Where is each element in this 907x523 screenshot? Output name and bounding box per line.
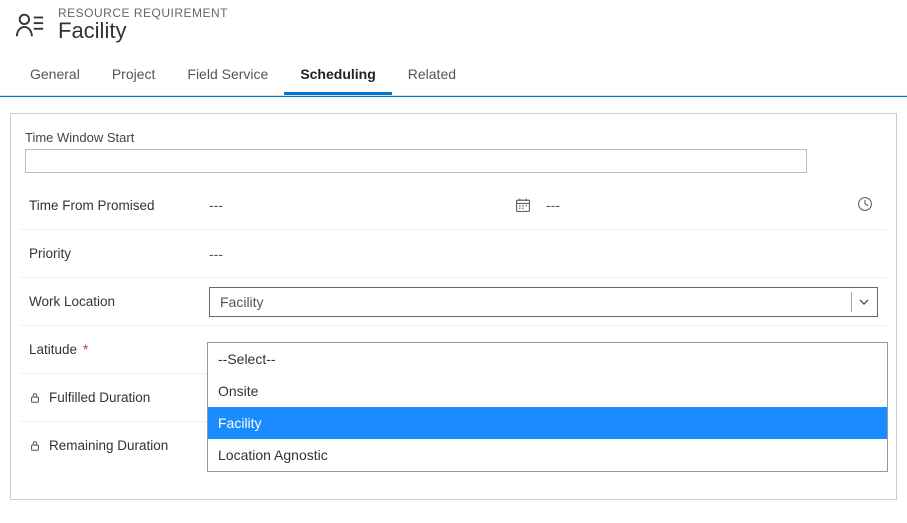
tab-field-service[interactable]: Field Service bbox=[171, 56, 284, 95]
required-indicator: * bbox=[83, 342, 88, 357]
row-work-location: Work Location Facility bbox=[21, 277, 886, 325]
label-fulfilled-duration: Fulfilled Duration bbox=[49, 390, 150, 405]
dropdown-option-facility[interactable]: Facility bbox=[208, 407, 887, 439]
chevron-down-icon[interactable] bbox=[851, 292, 871, 312]
dropdown-option-onsite[interactable]: Onsite bbox=[208, 375, 887, 407]
work-location-select[interactable]: Facility bbox=[209, 287, 878, 317]
calendar-icon[interactable] bbox=[514, 196, 532, 214]
work-location-dropdown: --Select-- Onsite Facility Location Agno… bbox=[207, 342, 888, 472]
row-priority: Priority --- bbox=[21, 229, 886, 277]
entity-icon bbox=[12, 7, 48, 43]
row-time-from-promised: Time From Promised --- bbox=[21, 181, 886, 229]
clock-icon[interactable] bbox=[856, 195, 874, 213]
value-priority[interactable]: --- bbox=[209, 246, 223, 262]
dropdown-option-location-agnostic[interactable]: Location Agnostic bbox=[208, 439, 887, 471]
label-time-from-promised: Time From Promised bbox=[29, 198, 209, 213]
page-header: RESOURCE REQUIREMENT Facility bbox=[0, 0, 907, 56]
value-time-from-promised[interactable]: --- bbox=[209, 197, 223, 213]
label-priority: Priority bbox=[29, 246, 209, 261]
dropdown-option-select[interactable]: --Select-- bbox=[208, 343, 887, 375]
tab-underline bbox=[0, 96, 907, 97]
label-work-location: Work Location bbox=[29, 294, 209, 309]
label-remaining-duration: Remaining Duration bbox=[49, 438, 168, 453]
work-location-selected-value: Facility bbox=[220, 294, 264, 310]
lock-icon bbox=[29, 392, 43, 404]
tab-bar: General Project Field Service Scheduling… bbox=[0, 56, 907, 96]
time-window-start-input[interactable] bbox=[25, 149, 807, 173]
tab-scheduling[interactable]: Scheduling bbox=[284, 56, 391, 95]
form-container: Time Window Start Time From Promised --- bbox=[10, 113, 897, 500]
tab-related[interactable]: Related bbox=[392, 56, 472, 95]
section-label-time-window-start: Time Window Start bbox=[25, 130, 882, 145]
page-title: Facility bbox=[58, 18, 228, 44]
value-time-from-promised-date[interactable]: --- bbox=[546, 197, 560, 213]
tab-project[interactable]: Project bbox=[96, 56, 172, 95]
lock-icon bbox=[29, 440, 43, 452]
tab-general[interactable]: General bbox=[14, 56, 96, 95]
label-latitude: Latitude bbox=[29, 342, 77, 357]
